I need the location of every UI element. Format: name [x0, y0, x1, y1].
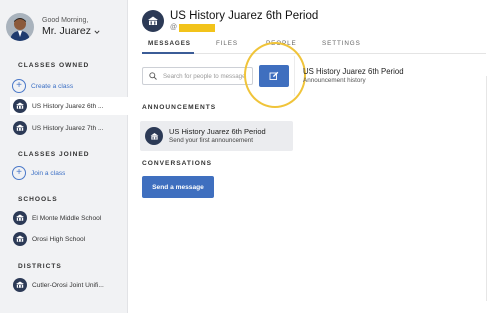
conversation-title: US History Juarez 6th Period	[303, 67, 404, 76]
active-tab-indicator	[142, 52, 194, 54]
send-message-button[interactable]: Send a message	[142, 176, 214, 198]
sidebar-item-class-7th[interactable]: US History Juarez 7th ...	[12, 119, 120, 137]
sidebar-item-label: Cutler-Orosi Joint Unifi...	[32, 281, 104, 289]
announcement-subtitle: Send your first announcement	[169, 137, 254, 144]
user-name: Mr. Juarez	[42, 25, 92, 37]
announcement-item[interactable]: US History Juarez 6th Period Send your f…	[140, 121, 293, 151]
sidebar-item-school-el-monte[interactable]: El Monte Middle School	[12, 209, 120, 227]
sidebar-item-class-6th[interactable]: US History Juarez 6th ...	[10, 97, 128, 115]
sidebar: Good Morning, Mr. Juarez CLASSES OWNED +…	[0, 0, 128, 313]
tab-files[interactable]: FILES	[216, 40, 238, 47]
class-header: US History Juarez 6th Period @	[142, 10, 318, 32]
tab-people[interactable]: PEOPLE	[266, 40, 297, 47]
schools-heading: SCHOOLS	[18, 196, 58, 203]
sidebar-item-district[interactable]: Cutler-Orosi Joint Unifi...	[12, 276, 120, 294]
compose-icon	[269, 71, 279, 80]
districts-heading: DISTRICTS	[18, 263, 62, 270]
tab-bar: MESSAGES FILES PEOPLE SETTINGS	[142, 40, 486, 54]
plus-circle-icon: +	[12, 166, 26, 180]
sidebar-item-label: US History Juarez 7th ...	[32, 124, 104, 132]
tab-messages[interactable]: MESSAGES	[148, 40, 191, 47]
chevron-down-icon	[94, 29, 100, 34]
profile-menu[interactable]: Good Morning, Mr. Juarez	[6, 10, 124, 44]
sidebar-item-label: El Monte Middle School	[32, 214, 102, 222]
create-class-link[interactable]: + Create a class	[12, 77, 120, 95]
plus-circle-icon: +	[12, 79, 26, 93]
class-handle-prefix: @	[170, 24, 178, 31]
search-icon	[149, 72, 157, 80]
search-box[interactable]	[142, 67, 253, 85]
conversation-header-panel: US History Juarez 6th Period Announcemen…	[294, 56, 492, 96]
search-input[interactable]	[163, 72, 251, 80]
school-building-icon	[13, 121, 27, 135]
sidebar-item-label: Orosi High School	[32, 235, 86, 243]
join-class-label: Join a class	[31, 169, 66, 177]
tab-settings[interactable]: SETTINGS	[322, 40, 361, 47]
announcements-heading: ANNOUNCEMENTS	[142, 104, 217, 111]
school-building-icon	[13, 278, 27, 292]
school-building-icon	[13, 99, 27, 113]
content-divider	[486, 76, 487, 301]
classes-joined-heading: CLASSES JOINED	[18, 151, 90, 158]
sidebar-item-school-orosi[interactable]: Orosi High School	[12, 230, 120, 248]
school-building-icon	[13, 211, 27, 225]
sidebar-item-label: US History Juarez 6th ...	[32, 102, 104, 110]
conversation-subtitle: Announcement history	[303, 77, 366, 84]
conversations-heading: CONVERSATIONS	[142, 160, 213, 167]
school-building-icon	[145, 127, 163, 145]
page-title: US History Juarez 6th Period	[170, 10, 319, 22]
create-class-label: Create a class	[31, 82, 74, 90]
school-building-icon	[13, 232, 27, 246]
greeting-text: Good Morning,	[42, 17, 89, 24]
avatar	[6, 13, 34, 41]
school-building-icon	[142, 10, 164, 32]
compose-button[interactable]	[259, 65, 289, 87]
redacted-handle	[179, 23, 216, 32]
join-class-link[interactable]: + Join a class	[12, 164, 120, 182]
announcement-class-name: US History Juarez 6th Period	[169, 127, 266, 136]
classes-owned-heading: CLASSES OWNED	[18, 62, 90, 69]
